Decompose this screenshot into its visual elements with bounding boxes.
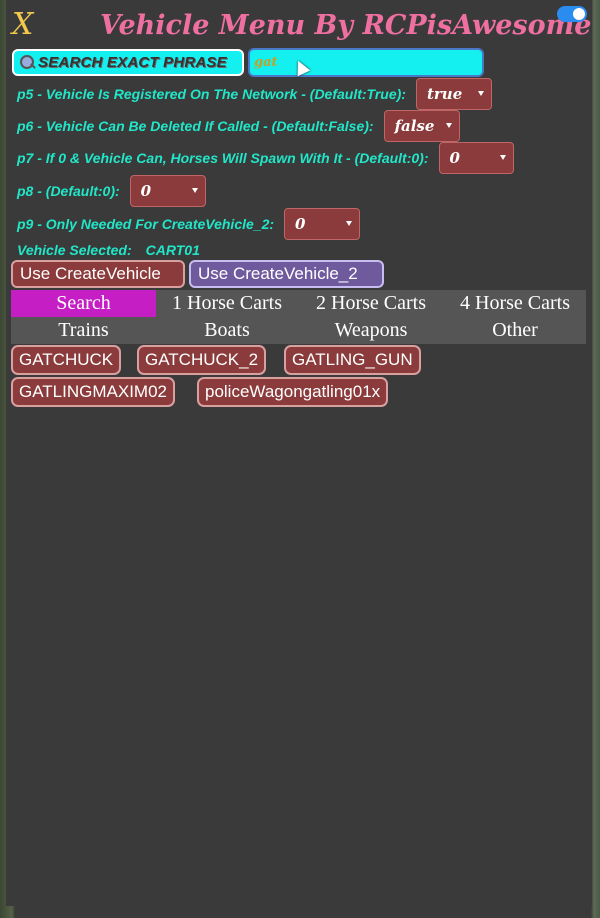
param-value-p9: 0 [295, 215, 306, 233]
chevron-down-icon [191, 188, 198, 193]
param-value-p8: 0 [140, 182, 152, 200]
tab-boats[interactable]: Boats [161, 317, 293, 344]
chevron-down-icon [499, 155, 506, 160]
param-row-p7: p7 - If 0 & Vehicle Can, Horses Will Spa… [17, 142, 514, 174]
param-label-p5: p5 - Vehicle Is Registered On The Networ… [17, 86, 406, 102]
close-button[interactable]: X [12, 8, 33, 42]
toggle-switch[interactable] [557, 6, 587, 22]
param-value-p7: 0 [449, 149, 460, 167]
use-createvehicle-2-button[interactable]: Use CreateVehicle_2 [189, 260, 384, 288]
menu-title: Vehicle Menu By RCPisAwesome [100, 10, 592, 41]
search-phrase-label: SEARCH EXACT PHRASE [12, 49, 244, 76]
tab-other[interactable]: Other [447, 317, 583, 344]
search-icon [20, 55, 35, 70]
param-label-p6: p6 - Vehicle Can Be Deleted If Called - … [17, 118, 374, 134]
param-select-p6[interactable]: false [383, 110, 460, 142]
param-select-p8[interactable]: 0 [129, 175, 206, 207]
result-item[interactable]: GATCHUCK [11, 345, 122, 375]
category-tabs: Search 1 Horse Carts 2 Horse Carts 4 Hor… [11, 290, 586, 344]
param-label-p9: p9 - Only Needed For CreateVehicle_2: [17, 216, 275, 232]
tab-weapons[interactable]: Weapons [303, 317, 439, 344]
result-item[interactable]: GATLINGMAXIM02 [11, 377, 175, 407]
vehicle-selected-line: Vehicle Selected: CART01 [17, 242, 200, 258]
param-value-p6: false [394, 117, 435, 135]
search-input[interactable] [248, 48, 484, 77]
param-row-p9: p9 - Only Needed For CreateVehicle_2: 0 [17, 208, 361, 240]
param-select-p5[interactable]: true [415, 78, 492, 110]
chevron-down-icon [477, 91, 484, 96]
tab-trains[interactable]: Trains [11, 317, 156, 344]
result-item[interactable]: GATLING_GUN [284, 345, 421, 375]
vehicle-selected-value: CART01 [145, 242, 200, 258]
tab-4-horse-carts[interactable]: 4 Horse Carts [447, 290, 583, 317]
param-label-p7: p7 - If 0 & Vehicle Can, Horses Will Spa… [17, 150, 429, 166]
tab-search[interactable]: Search [11, 290, 156, 317]
result-item[interactable]: policeWagongatling01x [197, 377, 389, 407]
search-label-text: SEARCH EXACT PHRASE [38, 54, 227, 71]
result-item[interactable]: GATCHUCK_2 [137, 345, 267, 375]
param-select-p9[interactable]: 0 [284, 208, 361, 240]
param-row-p6: p6 - Vehicle Can Be Deleted If Called - … [17, 110, 460, 142]
tab-1-horse-carts[interactable]: 1 Horse Carts [161, 290, 293, 317]
chevron-down-icon [346, 221, 353, 226]
vehicle-selected-label: Vehicle Selected: [17, 242, 132, 258]
param-row-p5: p5 - Vehicle Is Registered On The Networ… [17, 78, 492, 110]
param-row-p8: p8 - (Default:0): 0 [17, 175, 206, 207]
param-value-p5: true [426, 85, 463, 103]
tab-2-horse-carts[interactable]: 2 Horse Carts [303, 290, 439, 317]
use-createvehicle-button[interactable]: Use CreateVehicle [11, 260, 185, 288]
chevron-down-icon [445, 123, 452, 128]
param-select-p7[interactable]: 0 [438, 142, 514, 174]
param-label-p8: p8 - (Default:0): [17, 183, 120, 199]
